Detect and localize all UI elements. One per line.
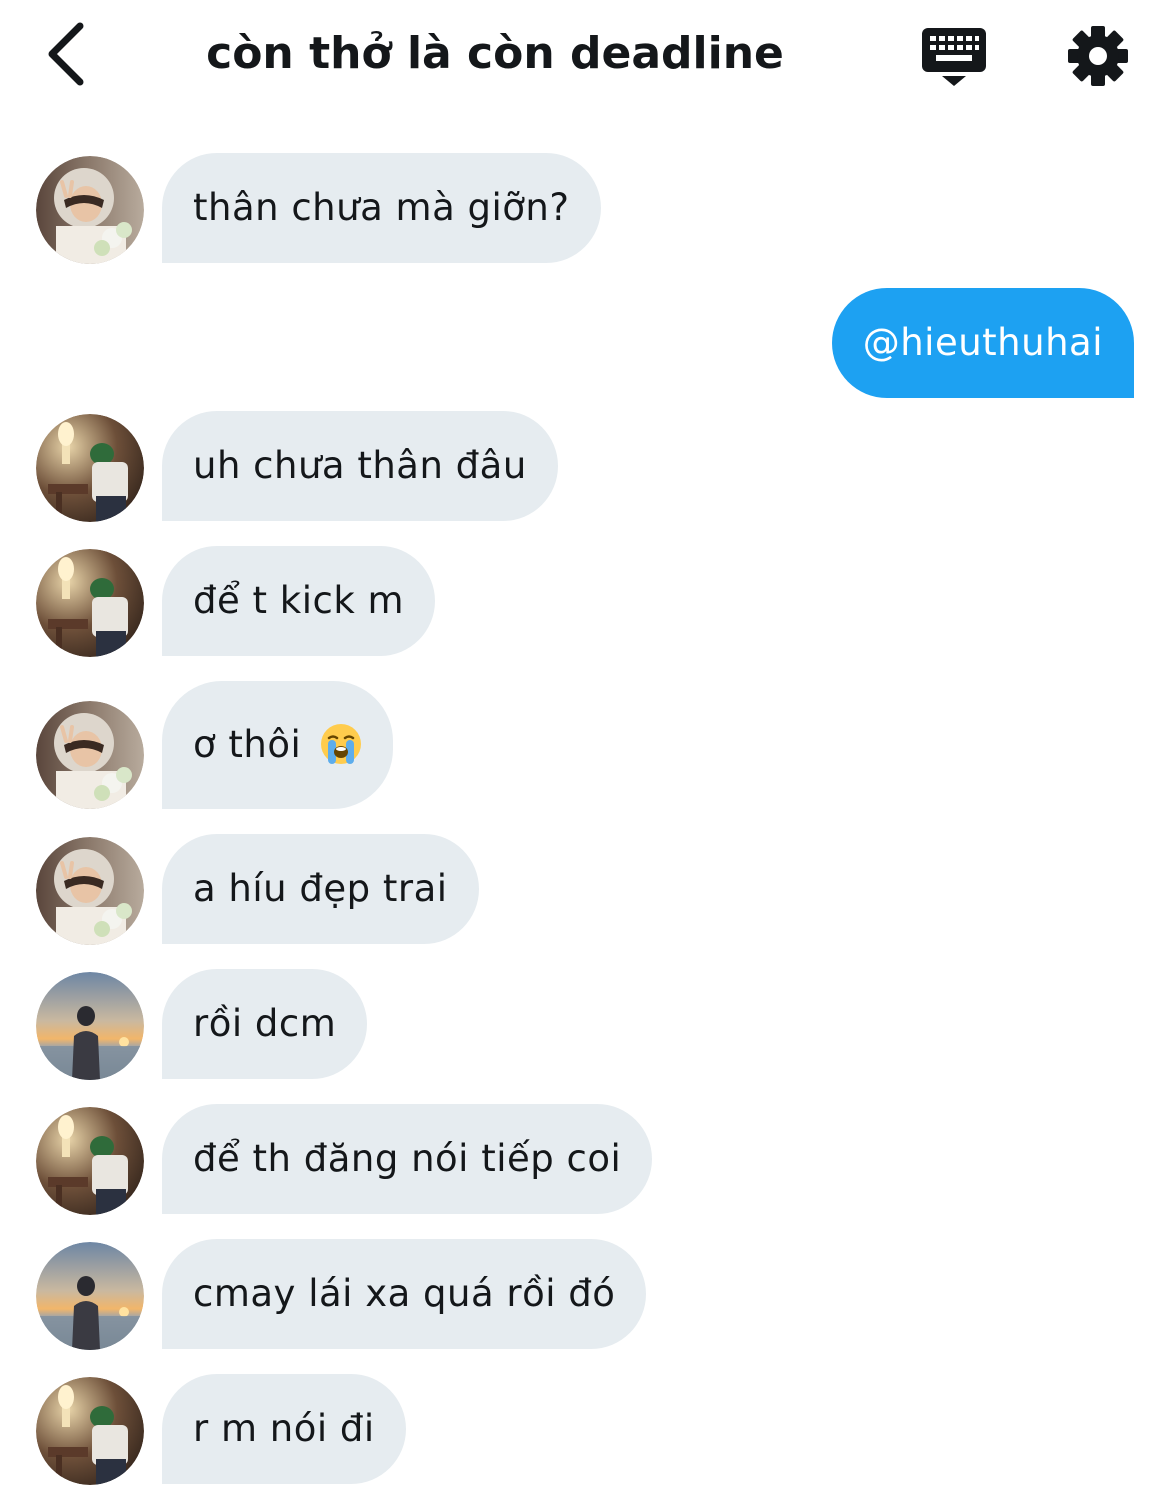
message-text: a híu đẹp trai [193,867,448,910]
message-bubble[interactable]: cmay lái xa quá rồi đó [162,1239,647,1349]
message-text: @hieuthuhai [862,321,1103,364]
back-button[interactable] [38,18,98,88]
sunset-silhouette-avatar-image [36,972,144,1080]
person-in-room-avatar-image [36,1107,144,1215]
sender-avatar[interactable] [36,972,144,1080]
message-text: để t kick m [193,579,405,622]
sender-avatar[interactable] [36,1377,144,1485]
message-text: r m nói đi [193,1407,375,1450]
hooded-person-avatar-image [36,156,144,264]
person-in-room-avatar-image [36,414,144,522]
sender-avatar[interactable] [36,1107,144,1215]
message-text: cmay lái xa quá rồi đó [193,1272,616,1315]
person-in-room-avatar-image [36,1377,144,1485]
sender-avatar[interactable] [36,156,144,264]
message-bubble[interactable]: để th đăng nói tiếp coi [162,1104,653,1214]
settings-button[interactable] [1064,22,1132,90]
keyboard-toggle-button[interactable] [918,24,990,90]
message-text: để th đăng nói tiếp coi [193,1137,622,1180]
conversation-title: còn thở là còn deadline [206,28,784,79]
chat-header: còn thở là còn deadline [0,0,1170,110]
sender-avatar[interactable] [36,549,144,657]
sunset-silhouette-avatar-image [36,1242,144,1350]
hooded-person-avatar-image [36,701,144,809]
sender-avatar[interactable] [36,1242,144,1350]
message-text: rồi dcm [193,1002,337,1045]
hooded-person-avatar-image [36,837,144,945]
message-bubble[interactable]: uh chưa thân đâu [162,411,558,521]
message-bubble[interactable]: thân chưa mà giỡn? [162,153,601,263]
message-bubble[interactable]: rồi dcm [162,969,368,1079]
chevron-left-icon [48,22,84,86]
message-bubble[interactable]: ơ thôi [162,681,393,809]
person-in-room-avatar-image [36,549,144,657]
message-bubble[interactable]: a híu đẹp trai [162,834,479,944]
message-text: thân chưa mà giỡn? [193,186,570,229]
gear-icon [1068,26,1128,86]
message-text: ơ thôi [193,723,314,766]
message-bubble[interactable]: để t kick m [162,546,436,656]
loudly-crying-face-icon [320,723,361,764]
sender-avatar[interactable] [36,837,144,945]
keyboard-icon [922,28,986,86]
message-bubble[interactable]: r m nói đi [162,1374,406,1484]
message-text: uh chưa thân đâu [193,444,527,487]
outgoing-message-bubble[interactable]: @hieuthuhai [831,288,1134,398]
sender-avatar[interactable] [36,701,144,809]
sender-avatar[interactable] [36,414,144,522]
